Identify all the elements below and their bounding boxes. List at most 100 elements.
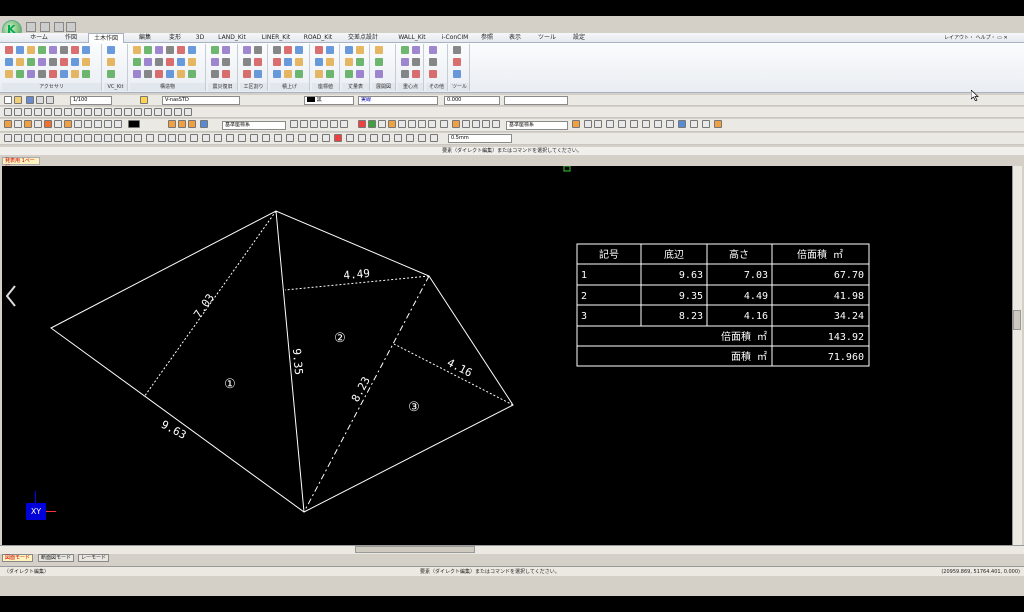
misc-g-icon[interactable] bbox=[642, 120, 650, 128]
snap-distance-icon[interactable] bbox=[104, 120, 112, 128]
frame-tool-icon[interactable] bbox=[174, 108, 182, 116]
diagonal-2[interactable] bbox=[303, 275, 430, 513]
snap-settings-icon[interactable] bbox=[114, 134, 122, 142]
ribbon-tool-icon[interactable] bbox=[222, 70, 230, 78]
ribbon-tool-icon[interactable] bbox=[188, 70, 196, 78]
tab-home[interactable]: ホーム bbox=[24, 33, 54, 43]
layer-c-icon[interactable] bbox=[378, 120, 386, 128]
ribbon-tool-icon[interactable] bbox=[401, 58, 409, 66]
open-folder-icon[interactable] bbox=[14, 96, 22, 104]
edit-k-icon[interactable] bbox=[262, 134, 270, 142]
ribbon-tool-icon[interactable] bbox=[133, 46, 141, 54]
coord-c-icon[interactable] bbox=[188, 120, 196, 128]
misc-i-icon[interactable] bbox=[666, 120, 674, 128]
ribbon-tool-icon[interactable] bbox=[16, 70, 24, 78]
ribbon-tool-icon[interactable] bbox=[38, 46, 46, 54]
zoom-in-icon[interactable] bbox=[4, 134, 12, 142]
edit-i-icon[interactable] bbox=[238, 134, 246, 142]
ribbon-tool-icon[interactable] bbox=[345, 46, 353, 54]
redraw-icon[interactable] bbox=[54, 134, 62, 142]
ribbon-tool-icon[interactable] bbox=[284, 58, 292, 66]
leader-tool-icon[interactable] bbox=[124, 108, 132, 116]
ribbon-tool-icon[interactable] bbox=[326, 46, 334, 54]
zoom-out-icon[interactable] bbox=[14, 134, 22, 142]
ribbon-tool-icon[interactable] bbox=[107, 46, 115, 54]
ribbon-tool-icon[interactable] bbox=[144, 58, 152, 66]
ribbon-tool-icon[interactable] bbox=[155, 58, 163, 66]
dim-tool-icon[interactable] bbox=[84, 108, 92, 116]
tab-transform[interactable]: 変形 bbox=[160, 33, 190, 43]
new-file-icon[interactable] bbox=[4, 96, 12, 104]
drawing-canvas[interactable]: 7.03 4.49 4.16 9.63 9.35 8.23 ① ② ③ 記号 底… bbox=[2, 166, 1012, 545]
ribbon-tool-icon[interactable] bbox=[222, 46, 230, 54]
misc-l-icon[interactable] bbox=[702, 120, 710, 128]
ribbon-tool-icon[interactable] bbox=[315, 70, 323, 78]
edit-s-icon[interactable] bbox=[358, 134, 366, 142]
save-icon[interactable] bbox=[26, 96, 34, 104]
ribbon-tool-icon[interactable] bbox=[60, 58, 68, 66]
ribbon-tool-icon[interactable] bbox=[243, 46, 251, 54]
ribbon-tool-icon[interactable] bbox=[188, 58, 196, 66]
ribbon-tool-icon[interactable] bbox=[429, 58, 437, 66]
edit-a-icon[interactable] bbox=[146, 134, 154, 142]
layer-d-icon[interactable] bbox=[388, 120, 396, 128]
misc-b-icon[interactable] bbox=[584, 120, 592, 128]
ribbon-tool-icon[interactable] bbox=[60, 46, 68, 54]
layer-m-icon[interactable] bbox=[482, 120, 490, 128]
select-icon[interactable] bbox=[124, 134, 132, 142]
ribbon-tool-icon[interactable] bbox=[254, 58, 262, 66]
ribbon-tool-icon[interactable] bbox=[211, 70, 219, 78]
pan-icon[interactable] bbox=[44, 134, 52, 142]
ribbon-tool-icon[interactable] bbox=[222, 58, 230, 66]
ribbon-tool-icon[interactable] bbox=[71, 70, 79, 78]
ribbon-tool-icon[interactable] bbox=[166, 46, 174, 54]
snap-perp-icon[interactable] bbox=[44, 120, 52, 128]
ribbon-tool-icon[interactable] bbox=[107, 58, 115, 66]
ribbon-tool-icon[interactable] bbox=[356, 46, 364, 54]
search-icon[interactable] bbox=[140, 96, 148, 104]
view-b-icon[interactable] bbox=[300, 120, 308, 128]
parcel-geometry[interactable] bbox=[50, 210, 514, 513]
fit-icon[interactable] bbox=[84, 134, 92, 142]
view-next-icon[interactable] bbox=[74, 134, 82, 142]
layer-l-icon[interactable] bbox=[472, 120, 480, 128]
ribbon-tool-icon[interactable] bbox=[401, 46, 409, 54]
layer-k-icon[interactable] bbox=[462, 120, 470, 128]
edit-m-icon[interactable] bbox=[286, 134, 294, 142]
ribbon-tool-icon[interactable] bbox=[345, 70, 353, 78]
ribbon-tool-icon[interactable] bbox=[133, 58, 141, 66]
ribbon-tool-icon[interactable] bbox=[5, 58, 13, 66]
tab-tools[interactable]: ツール bbox=[532, 33, 562, 43]
edit-b-icon[interactable] bbox=[158, 134, 166, 142]
zoom-all-icon[interactable] bbox=[34, 134, 42, 142]
grid-tool-icon[interactable] bbox=[164, 108, 172, 116]
ribbon-tool-icon[interactable] bbox=[273, 70, 281, 78]
circle-tool-icon[interactable] bbox=[34, 108, 42, 116]
misc-c-icon[interactable] bbox=[594, 120, 602, 128]
layer-b-icon[interactable] bbox=[368, 120, 376, 128]
edit-g-icon[interactable] bbox=[214, 134, 222, 142]
ribbon-tool-icon[interactable] bbox=[284, 70, 292, 78]
ribbon-tool-icon[interactable] bbox=[453, 58, 461, 66]
ribbon-tool-icon[interactable] bbox=[273, 46, 281, 54]
scale-select[interactable]: 1/100 bbox=[70, 96, 112, 105]
symbol-tool-icon[interactable] bbox=[104, 108, 112, 116]
edit-j-icon[interactable] bbox=[250, 134, 258, 142]
snap-nearest-icon[interactable] bbox=[64, 120, 72, 128]
ribbon-tool-icon[interactable] bbox=[356, 58, 364, 66]
edit-u-icon[interactable] bbox=[382, 134, 390, 142]
edit-t-icon[interactable] bbox=[370, 134, 378, 142]
tab-reference[interactable]: 参照 bbox=[476, 33, 498, 43]
view-c-icon[interactable] bbox=[310, 120, 318, 128]
coord-system-select-1[interactable]: 基準座標系 bbox=[222, 121, 286, 130]
coord-b-icon[interactable] bbox=[178, 120, 186, 128]
ribbon-tool-icon[interactable] bbox=[412, 46, 420, 54]
ribbon-tool-icon[interactable] bbox=[375, 70, 383, 78]
save-icon[interactable] bbox=[26, 22, 36, 32]
ribbon-tool-icon[interactable] bbox=[82, 46, 90, 54]
horizontal-scroll-thumb[interactable] bbox=[355, 546, 475, 553]
polyline-tool-icon[interactable] bbox=[14, 108, 22, 116]
misc-h-icon[interactable] bbox=[654, 120, 662, 128]
tab-iconcim[interactable]: i-ConCIM bbox=[436, 33, 474, 43]
rotate-view-icon[interactable] bbox=[104, 134, 112, 142]
